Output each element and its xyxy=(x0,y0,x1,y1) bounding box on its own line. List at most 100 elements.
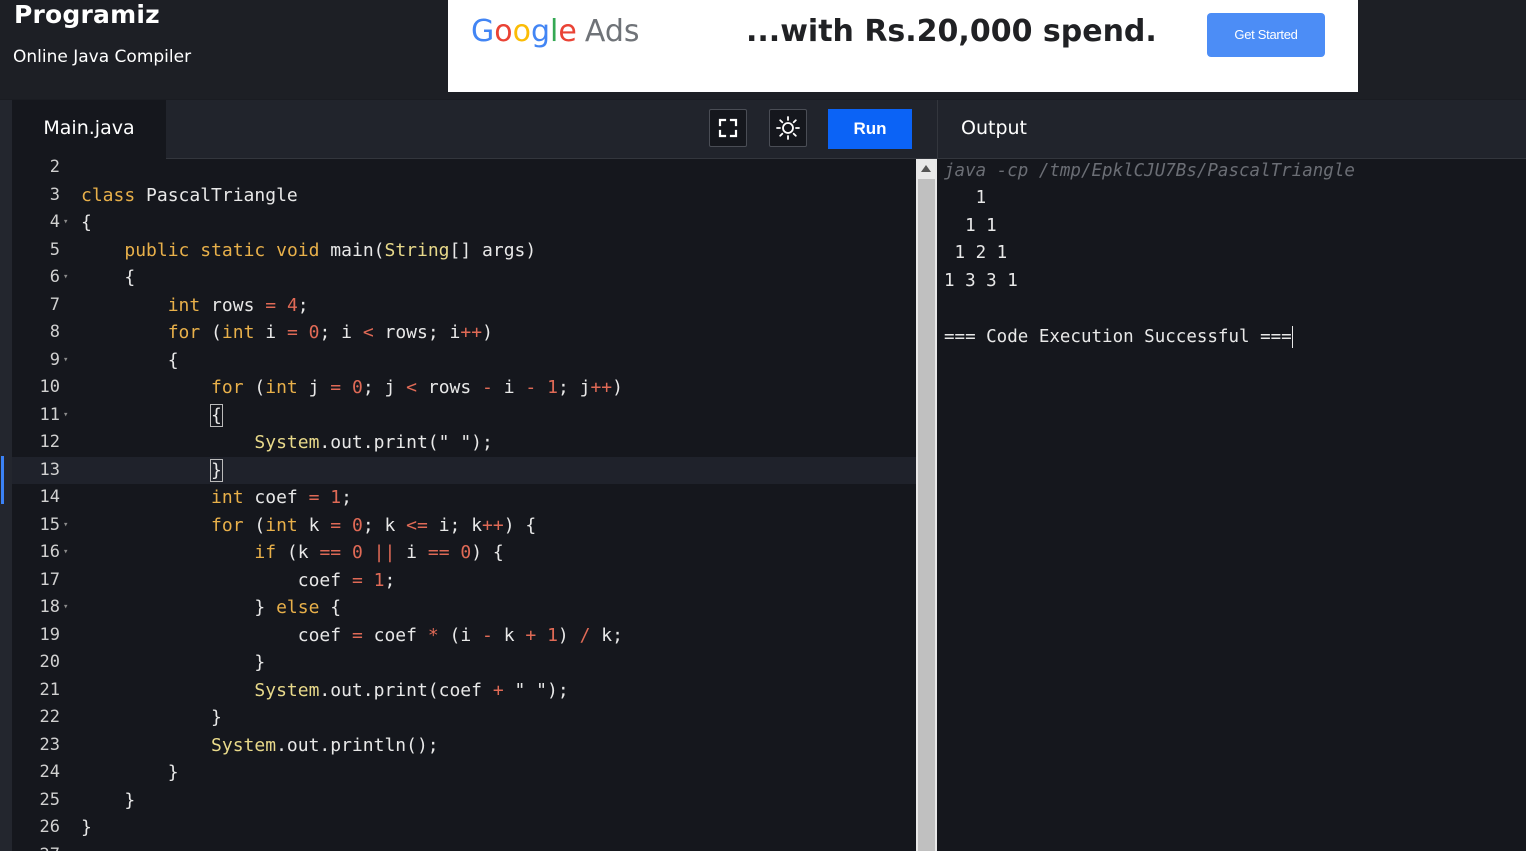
text-cursor xyxy=(1291,325,1293,348)
line-number: 26 xyxy=(39,817,60,837)
output-line: 1 3 3 1 xyxy=(944,270,1029,291)
line-number: 24 xyxy=(39,762,60,782)
fold-arrow-icon[interactable]: ▾ xyxy=(63,512,68,540)
google-letter: g xyxy=(530,14,551,49)
google-letter: e xyxy=(558,14,577,49)
code-line[interactable]: 26} xyxy=(12,814,916,842)
code-text: int rows = 4; xyxy=(167,294,309,316)
fold-arrow-icon[interactable]: ▾ xyxy=(63,347,68,375)
code-text: { xyxy=(81,267,136,288)
code-line[interactable]: 21 System.out.print(coef + " "); xyxy=(12,677,916,705)
code-text: System.out.print(coef + " "); xyxy=(254,679,569,701)
line-number: 17 xyxy=(39,569,60,590)
code-line[interactable]: 17 coef = 1; xyxy=(12,567,916,595)
line-number: 9 xyxy=(49,349,60,370)
line-number: 15 xyxy=(39,514,60,535)
line-number: 5 xyxy=(49,239,60,260)
code-line[interactable]: 11 ▾ { xyxy=(12,402,916,430)
line-number: 20 xyxy=(39,652,60,672)
code-text: coef = 1; xyxy=(81,569,396,591)
code-text: } xyxy=(81,762,179,783)
google-letter: G xyxy=(471,14,495,49)
line-number: 19 xyxy=(39,624,60,645)
line-number: 12 xyxy=(39,432,60,452)
code-text: for (int j = 0; j < rows - i - 1; j++) xyxy=(211,377,623,398)
code-text: class PascalTriangle xyxy=(81,184,298,206)
code-line[interactable]: 12 System.out.print(" "); xyxy=(12,429,916,457)
scroll-up-arrow-icon[interactable] xyxy=(921,165,931,172)
line-number: 6 xyxy=(49,267,60,287)
line-number: 3 xyxy=(49,184,60,205)
line-number: 4 xyxy=(49,212,60,232)
code-line[interactable]: 10 for (int j = 0; j < rows - i - 1; j++… xyxy=(12,374,916,402)
line-number: 23 xyxy=(39,734,60,755)
code-line[interactable]: 15 ▾ for (int k = 0; k <= i; k++) { xyxy=(12,512,916,540)
google-letter: o xyxy=(494,14,513,49)
code-text: coef = coef * (i - k + 1) / k; xyxy=(81,624,623,646)
code-line[interactable]: 27 xyxy=(12,842,916,851)
line-number: 22 xyxy=(39,707,60,727)
run-button[interactable]: Run xyxy=(828,109,912,149)
tab-main-java[interactable]: Main.java xyxy=(12,100,166,159)
code-line[interactable]: 14 int coef = 1; xyxy=(12,484,916,512)
code-line[interactable]: 5 public static void main(String[] args) xyxy=(12,237,916,265)
ad-banner[interactable]: Google Ads ...with Rs.20,000 spend. Get S… xyxy=(448,0,1358,92)
line-number: 25 xyxy=(39,789,60,810)
fold-arrow-icon[interactable]: ▾ xyxy=(63,402,68,430)
code-line[interactable]: 25 } xyxy=(12,787,916,815)
code-text: { xyxy=(210,403,223,427)
get-started-button[interactable]: Get Started xyxy=(1207,13,1325,57)
code-line[interactable]: 3 class PascalTriangle xyxy=(12,182,916,210)
programiz-logo[interactable]: Programiz xyxy=(14,0,160,29)
code-line[interactable]: 9 ▾ { xyxy=(12,347,916,375)
editor-scrollbar[interactable] xyxy=(916,159,937,851)
fold-arrow-icon[interactable]: ▾ xyxy=(63,264,68,292)
ad-headline: ...with Rs.20,000 spend. xyxy=(746,14,1157,49)
code-text: int coef = 1; xyxy=(211,487,352,508)
code-line[interactable]: 19 coef = coef * (i - k + 1) / k; xyxy=(12,622,916,650)
sun-icon xyxy=(776,116,800,140)
output-line: 1 1 xyxy=(944,215,1008,236)
code-line[interactable]: 8 for (int i = 0; i < rows; i++) xyxy=(12,319,916,347)
line-number: 18 xyxy=(39,597,60,617)
code-text: } xyxy=(81,652,266,673)
code-line[interactable]: 18 ▾ } else { xyxy=(12,594,916,622)
code-line[interactable]: 6 ▾ { xyxy=(12,264,916,292)
left-edge-gutter xyxy=(0,100,12,851)
code-text: { xyxy=(81,349,179,371)
fold-arrow-icon[interactable]: ▾ xyxy=(63,594,68,622)
code-text: { xyxy=(81,212,92,233)
google-letter: o xyxy=(512,14,531,49)
scrollbar-thumb[interactable] xyxy=(918,179,935,851)
app-root: Programiz Online Java Compiler Google Ads… xyxy=(0,0,1526,851)
code-line[interactable]: 23 System.out.println(); xyxy=(12,732,916,760)
code-line[interactable]: 13 } xyxy=(12,456,916,484)
code-line[interactable]: 7 int rows = 4; xyxy=(12,292,916,320)
code-text: for (int k = 0; k <= i; k++) { xyxy=(211,514,537,536)
theme-toggle-button[interactable] xyxy=(769,109,807,147)
code-text: } else { xyxy=(81,597,342,618)
fold-arrow-icon[interactable]: ▾ xyxy=(63,209,68,237)
line-number: 11 xyxy=(39,404,60,425)
fullscreen-icon xyxy=(718,118,738,138)
code-line[interactable]: 20 } xyxy=(12,649,916,677)
code-text: public static void main(String[] args) xyxy=(124,239,537,261)
code-line[interactable]: 22 } xyxy=(12,704,916,732)
line-number: 10 xyxy=(39,377,60,397)
code-editor[interactable]: 2 3 class PascalTriangle 4 ▾{5 public static… xyxy=(12,159,916,851)
line-number: 14 xyxy=(39,487,60,507)
code-line[interactable]: 16 ▾ if (k == 0 || i == 0) { xyxy=(12,539,916,567)
ads-word: Ads xyxy=(584,14,640,49)
fullscreen-button[interactable] xyxy=(709,109,747,147)
code-text: } xyxy=(81,817,92,838)
code-text: System.out.println(); xyxy=(211,734,439,756)
code-text: } xyxy=(81,789,136,811)
output-command: java -cp /tmp/EpklCJU7Bs/PascalTriangle xyxy=(944,161,1355,181)
code-text: for (int i = 0; i < rows; i++) xyxy=(167,322,493,343)
code-line[interactable]: 24 } xyxy=(12,759,916,787)
code-text: } xyxy=(81,707,222,728)
code-line[interactable]: 2 xyxy=(12,159,916,182)
code-line[interactable]: 4 ▾ { xyxy=(12,209,916,237)
code-text: } xyxy=(210,458,223,482)
fold-arrow-icon[interactable]: ▾ xyxy=(63,539,68,567)
